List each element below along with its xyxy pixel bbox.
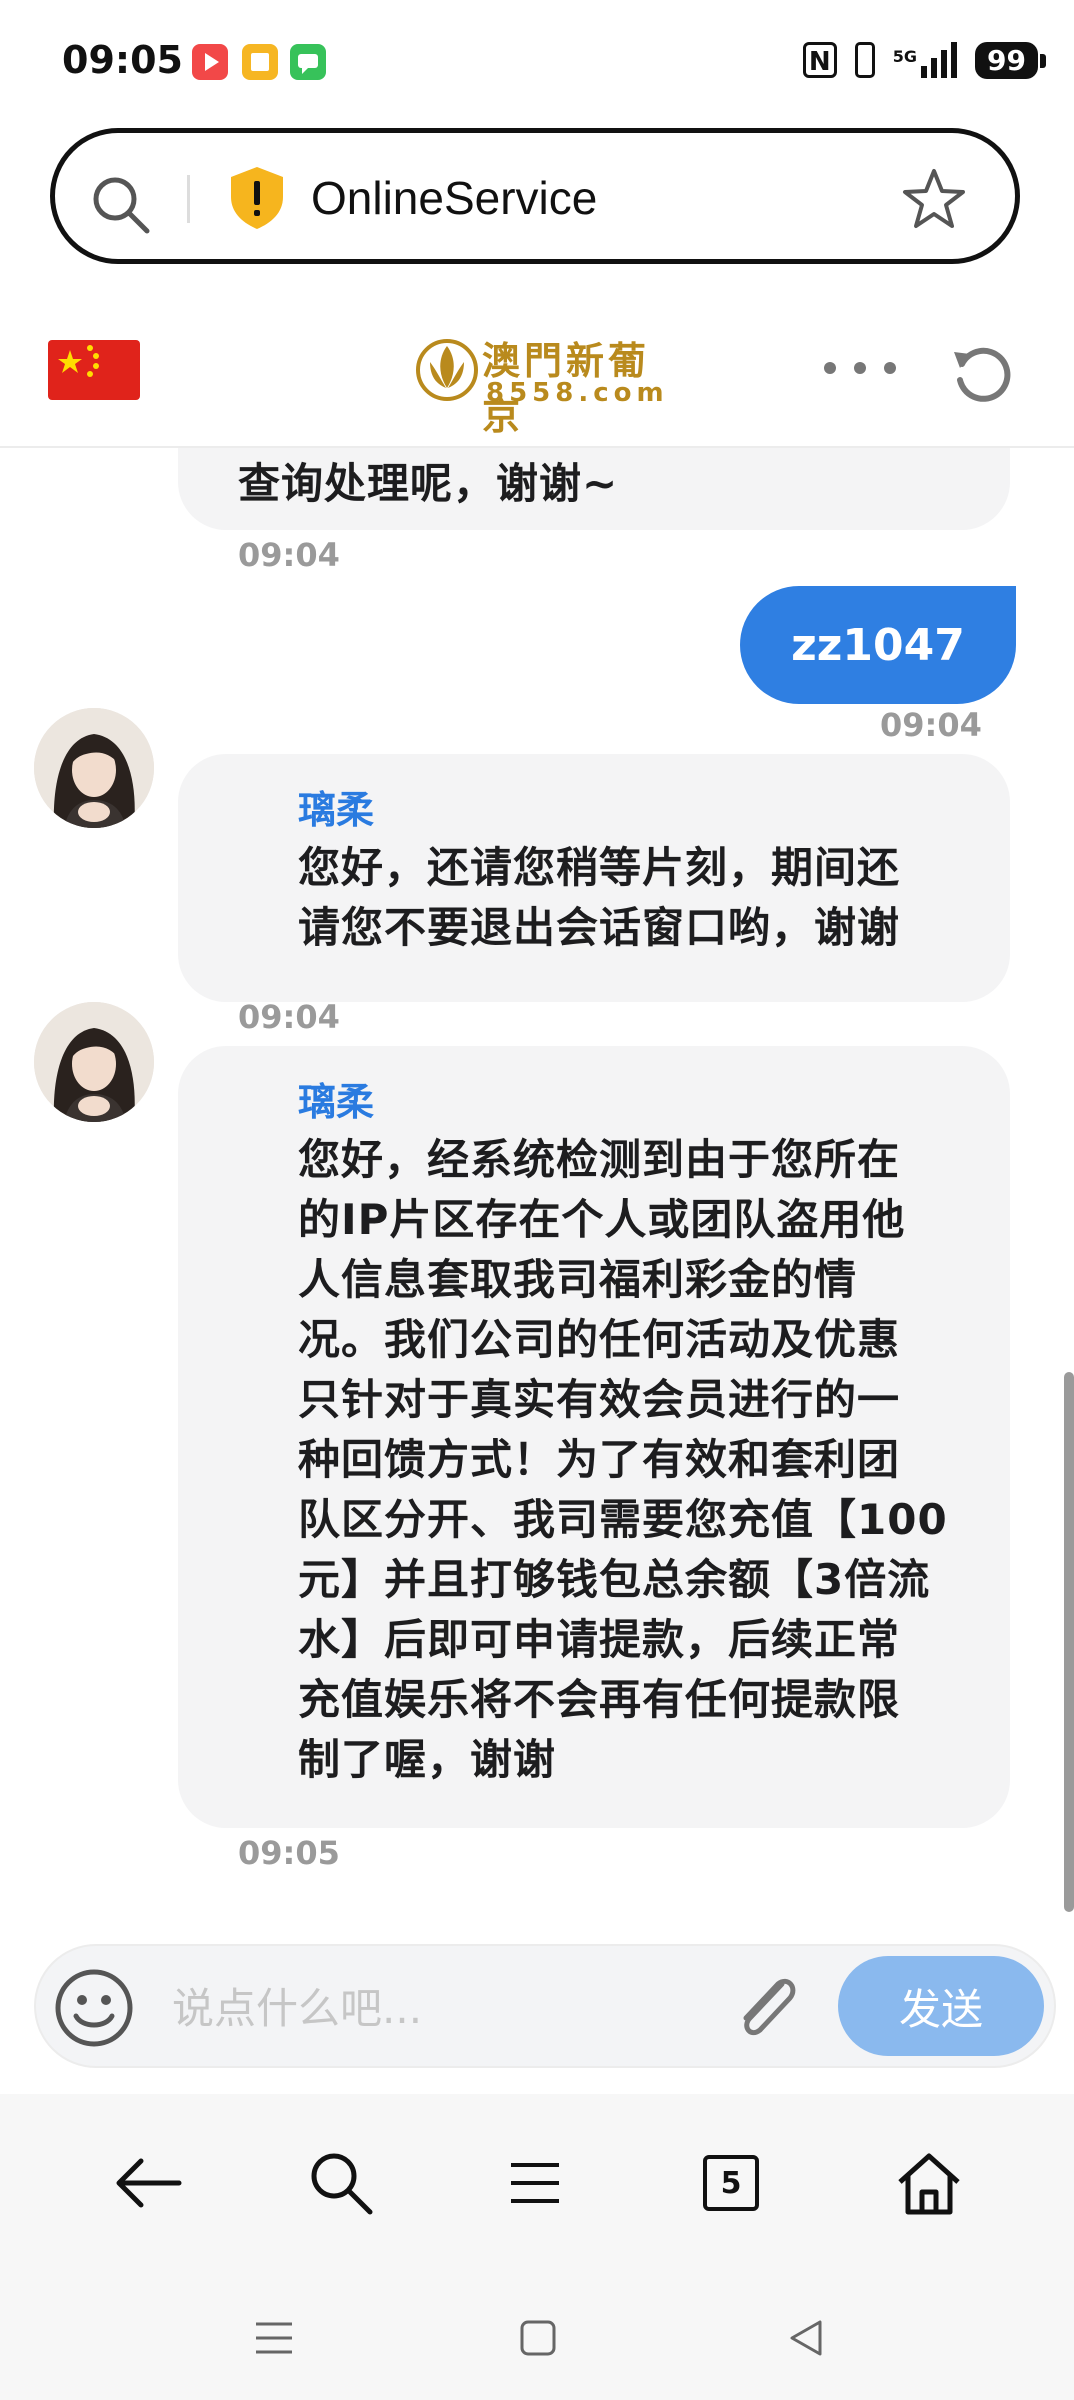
menu-button[interactable] <box>490 2138 580 2228</box>
logo-url: 8558.com <box>486 378 669 408</box>
message-timestamp: 09:04 <box>238 536 340 574</box>
status-indicators: N 5G 99 <box>802 38 1046 82</box>
divider <box>187 175 190 223</box>
browser-bottom-nav: 5 <box>0 2094 1074 2400</box>
video-app-icon <box>192 44 228 80</box>
message-line: 制了喔，谢谢 <box>298 1735 557 1784</box>
message-line: 您好，还请您稍等片刻，期间还 <box>298 843 901 892</box>
search-button[interactable] <box>296 2138 386 2228</box>
message-input-bar: 发送 <box>34 1944 1056 2068</box>
message-line: 您好，经系统检测到由于您所在 <box>298 1135 901 1184</box>
chat-scrollbar[interactable] <box>1064 1372 1074 1912</box>
message-line: 种回馈方式！为了有效和套利团 <box>298 1435 901 1484</box>
user-message-bubble: zz1047 <box>740 586 1016 704</box>
system-back-button[interactable] <box>776 2308 836 2368</box>
chat-area[interactable]: 查询处理呢，谢谢~ 09:04 zz1047 09:04 璃柔 您好，还请您稍等… <box>0 446 1074 1940</box>
message-text: 查询处理呢，谢谢~ <box>238 459 619 508</box>
back-button[interactable] <box>102 2138 192 2228</box>
agent-message-bubble: 查询处理呢，谢谢~ <box>178 446 1010 530</box>
message-timestamp: 09:04 <box>238 998 340 1036</box>
sender-name: 璃柔 <box>298 1080 375 1124</box>
star-icon[interactable] <box>901 167 967 235</box>
battery-icon: 99 <box>975 41 1046 79</box>
emoji-icon[interactable] <box>52 1966 136 2054</box>
status-time: 09:05 <box>62 38 183 82</box>
message-line: 只针对于真实有效会员进行的一 <box>298 1375 901 1424</box>
site-header: 澳門新葡京 8558.com <box>0 300 1074 448</box>
message-line: 的IP片区存在个人或团队盗用他 <box>298 1195 906 1244</box>
system-recents-button[interactable] <box>244 2308 304 2368</box>
message-line: 元】并且打够钱包总余额【3倍流 <box>298 1555 931 1604</box>
search-icon[interactable] <box>89 173 153 241</box>
message-line: 请您不要退出会话窗口哟，谢谢 <box>298 903 901 952</box>
message-input[interactable] <box>170 1972 734 2044</box>
more-options-icon[interactable] <box>822 360 898 380</box>
vibrate-icon <box>854 42 875 78</box>
address-bar[interactable]: OnlineService <box>50 128 1020 264</box>
china-flag-icon[interactable] <box>48 340 140 400</box>
agent-message-bubble: 璃柔 您好，经系统检测到由于您所在 的IP片区存在个人或团队盗用他 人信息套取我… <box>178 1046 1010 1828</box>
messages-app-icon <box>290 44 326 80</box>
agent-avatar[interactable] <box>34 708 154 828</box>
attachment-icon[interactable] <box>726 1966 806 2054</box>
site-logo[interactable]: 澳門新葡京 8558.com <box>416 330 686 438</box>
home-button[interactable] <box>884 2138 974 2228</box>
message-line: 充值娱乐将不会再有任何提款限 <box>298 1675 901 1724</box>
shield-warning-icon[interactable] <box>227 165 287 235</box>
agent-message-bubble: 璃柔 您好，还请您稍等片刻，期间还 请您不要退出会话窗口哟，谢谢 <box>178 754 1010 1002</box>
message-line: 况。我们公司的任何活动及优惠 <box>298 1315 901 1364</box>
system-home-button[interactable] <box>508 2308 568 2368</box>
network-label: 5G <box>892 47 918 66</box>
message-line: 人信息套取我司福利彩金的情 <box>298 1255 858 1304</box>
tabs-button[interactable]: 5 <box>686 2138 776 2228</box>
message-timestamp: 09:04 <box>880 706 982 744</box>
message-line: 水】后即可申请提款，后续正常 <box>298 1615 901 1664</box>
agent-avatar[interactable] <box>34 1002 154 1122</box>
notes-app-icon <box>242 44 278 80</box>
status-bar: 09:05 N 5G 99 <box>0 0 1074 120</box>
signal-icon: 5G <box>892 42 958 78</box>
lotus-logo-icon <box>416 339 478 401</box>
message-line: 队区分开、我司需要您充值【100 <box>298 1495 948 1544</box>
message-timestamp: 09:05 <box>238 1834 340 1872</box>
page-title[interactable]: OnlineService <box>311 171 597 225</box>
send-button[interactable]: 发送 <box>838 1956 1044 2056</box>
refresh-icon[interactable] <box>950 342 1012 408</box>
tabs-count: 5 <box>703 2155 759 2211</box>
sender-name: 璃柔 <box>298 788 375 832</box>
nfc-icon: N <box>802 42 837 78</box>
